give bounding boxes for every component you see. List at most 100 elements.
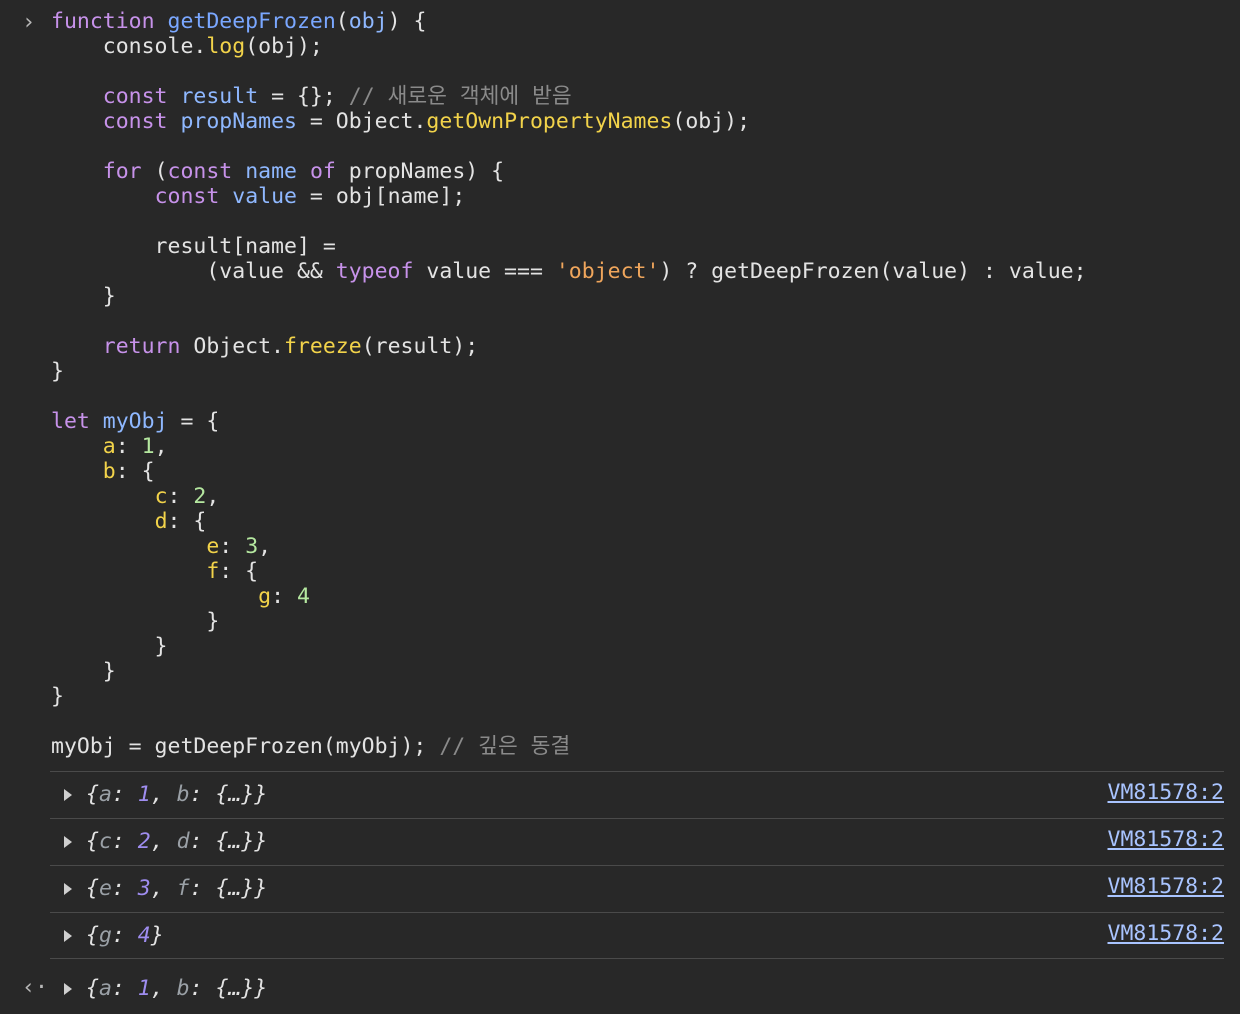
property-value: 3 bbox=[137, 876, 151, 901]
source-location-link[interactable]: VM81578:2 bbox=[1108, 826, 1225, 854]
source-location-link[interactable]: VM81578:2 bbox=[1108, 779, 1225, 807]
code-line: } bbox=[51, 659, 1230, 684]
console-input-code[interactable]: function getDeepFrozen(obj) { console.lo… bbox=[51, 9, 1230, 759]
property-value: {…} bbox=[215, 782, 255, 807]
code-token: e bbox=[206, 534, 220, 559]
code-token: = Object. bbox=[296, 109, 427, 134]
code-token: ( bbox=[335, 9, 349, 34]
code-token: const bbox=[167, 159, 233, 184]
return-object-preview[interactable]: {a: 1, b: {…}} bbox=[86, 975, 267, 1003]
object-preview[interactable]: {a: 1, b: {…}} bbox=[86, 781, 267, 809]
console-log-row: {g: 4} VM81578:2 bbox=[50, 912, 1224, 959]
close-brace: } bbox=[254, 782, 268, 807]
code-token: ) ? getDeepFrozen(value) : value; bbox=[659, 259, 1087, 284]
code-line: function getDeepFrozen(obj) { bbox=[51, 9, 1230, 34]
code-token: c bbox=[154, 484, 168, 509]
code-token: function bbox=[51, 9, 155, 34]
code-token: (result); bbox=[361, 334, 479, 359]
property-key: b bbox=[176, 782, 190, 807]
property-value: 2 bbox=[137, 829, 151, 854]
colon: : bbox=[189, 976, 216, 1001]
return-arrow-icon: ‹· bbox=[22, 975, 48, 1000]
source-location-link[interactable]: VM81578:2 bbox=[1108, 873, 1225, 901]
code-token: freeze bbox=[284, 334, 362, 359]
property-key: a bbox=[98, 782, 112, 807]
comma: , bbox=[150, 829, 177, 854]
code-token: } bbox=[51, 284, 116, 309]
close-brace: } bbox=[254, 976, 268, 1001]
comma: , bbox=[150, 782, 177, 807]
expand-triangle-icon[interactable] bbox=[64, 836, 72, 848]
property-value: {…} bbox=[215, 976, 255, 1001]
code-line: } bbox=[51, 284, 1230, 309]
code-line: const propNames = Object.getOwnPropertyN… bbox=[51, 109, 1230, 134]
expand-triangle-icon[interactable] bbox=[64, 930, 72, 942]
code-line: for (const name of propNames) { bbox=[51, 159, 1230, 184]
code-line: c: 2, bbox=[51, 484, 1230, 509]
code-line: } bbox=[51, 634, 1230, 659]
property-value: {…} bbox=[215, 876, 255, 901]
code-line: d: { bbox=[51, 509, 1230, 534]
colon: : bbox=[189, 782, 216, 807]
expand-triangle-icon[interactable] bbox=[64, 883, 72, 895]
colon: : bbox=[111, 782, 138, 807]
code-token: g bbox=[258, 584, 272, 609]
code-token: = {}; bbox=[258, 84, 349, 109]
close-brace: } bbox=[254, 829, 268, 854]
property-key: b bbox=[176, 976, 190, 1001]
code-token: // 새로운 객체에 받음 bbox=[348, 84, 572, 109]
code-line: a: 1, bbox=[51, 434, 1230, 459]
code-line: const result = {}; // 새로운 객체에 받음 bbox=[51, 84, 1230, 109]
code-token: , bbox=[206, 484, 220, 509]
colon: : bbox=[111, 923, 138, 948]
code-token: result[name] = bbox=[51, 234, 336, 259]
open-brace: { bbox=[86, 976, 99, 1001]
code-line: } bbox=[51, 359, 1230, 384]
code-token: } bbox=[51, 659, 116, 684]
code-token: : { bbox=[115, 459, 155, 484]
console-log-row: {a: 1, b: {…}} VM81578:2 bbox=[50, 771, 1224, 818]
colon: : bbox=[111, 976, 138, 1001]
code-token: : bbox=[271, 584, 297, 609]
code-token: ( bbox=[141, 159, 168, 184]
expand-triangle-icon[interactable] bbox=[64, 789, 72, 801]
code-token: d bbox=[154, 509, 168, 534]
console-log-row: {c: 2, d: {…}} VM81578:2 bbox=[50, 818, 1224, 865]
code-token: a bbox=[102, 434, 116, 459]
expand-triangle-icon[interactable] bbox=[64, 983, 72, 995]
code-token: typeof bbox=[335, 259, 414, 284]
return-value-row: ‹· {a: 1, b: {…}} bbox=[0, 966, 1240, 1012]
property-value: 1 bbox=[137, 976, 151, 1001]
code-token: console. bbox=[51, 34, 207, 59]
code-token: b bbox=[102, 459, 116, 484]
code-line: result[name] = bbox=[51, 234, 1230, 259]
code-token: log bbox=[206, 34, 246, 59]
source-location-link[interactable]: VM81578:2 bbox=[1108, 920, 1225, 948]
code-token: propNames) { bbox=[335, 159, 505, 184]
code-token: : { bbox=[167, 509, 207, 534]
code-line: b: { bbox=[51, 459, 1230, 484]
object-preview[interactable]: {g: 4} bbox=[86, 922, 164, 950]
code-token: : bbox=[115, 434, 142, 459]
object-preview[interactable]: {e: 3, f: {…}} bbox=[86, 875, 267, 903]
open-brace: { bbox=[86, 829, 99, 854]
colon: : bbox=[111, 829, 138, 854]
code-token: getDeepFrozen bbox=[167, 9, 336, 34]
object-preview[interactable]: {c: 2, d: {…}} bbox=[86, 828, 267, 856]
code-token: , bbox=[258, 534, 272, 559]
code-token: return bbox=[102, 334, 181, 359]
code-token: for bbox=[102, 159, 142, 184]
